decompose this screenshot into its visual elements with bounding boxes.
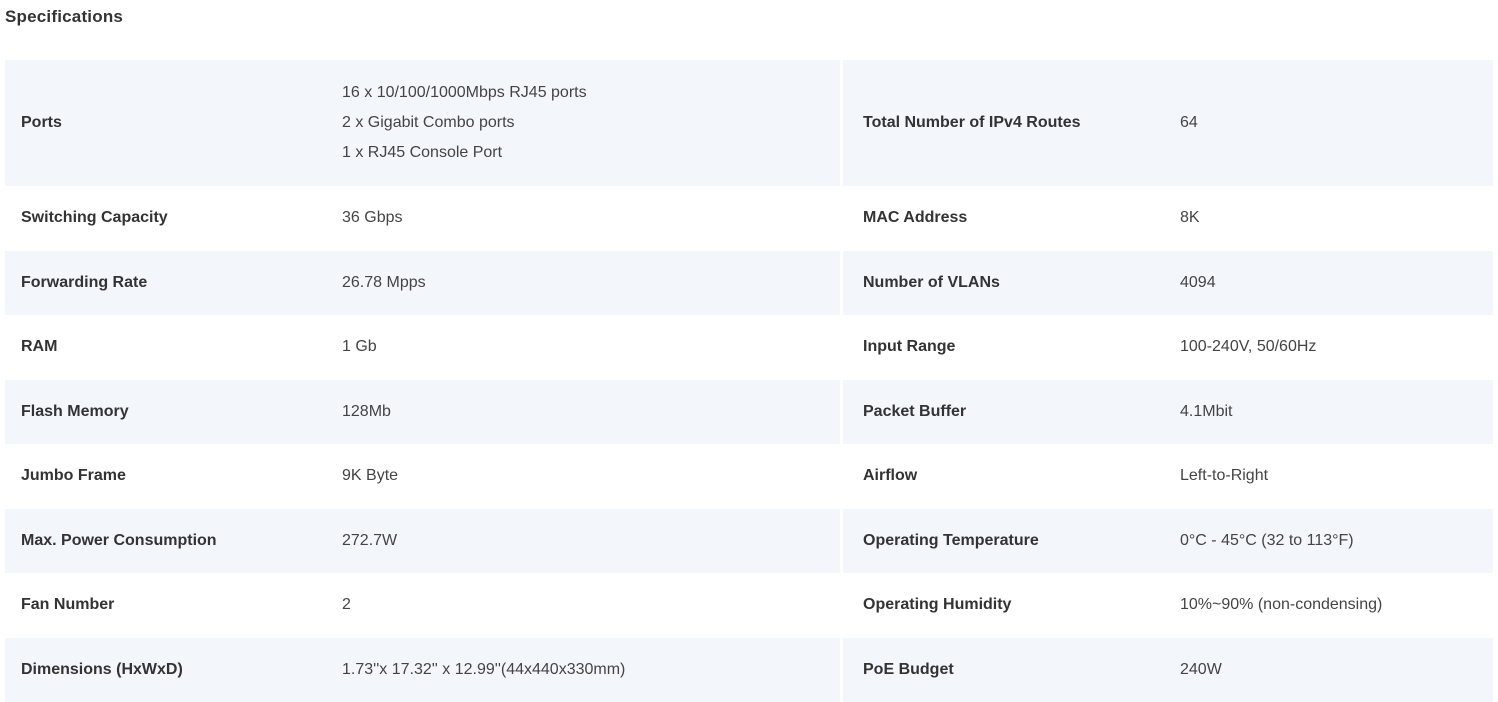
spec-cell-left: RAM 1 Gb — [5, 315, 840, 380]
spec-cell-left: Dimensions (HxWxD) 1.73''x 17.32'' x 12.… — [5, 638, 840, 702]
spec-label: Dimensions (HxWxD) — [5, 661, 342, 679]
spec-value: 2 — [342, 590, 351, 620]
spec-value: 8K — [1180, 203, 1200, 233]
spec-cell-left: Forwarding Rate 26.78 Mpps — [5, 251, 840, 316]
spec-label: Ports — [5, 114, 342, 132]
spec-cell-left: Flash Memory 128Mb — [5, 380, 840, 445]
spec-cell-right: Total Number of IPv4 Routes 64 — [843, 60, 1493, 186]
spec-label: Airflow — [843, 467, 1180, 485]
spec-value: 16 x 10/100/1000Mbps RJ45 ports 2 x Giga… — [342, 78, 587, 168]
table-row: Forwarding Rate 26.78 Mpps Number of VLA… — [5, 251, 1493, 316]
page-title: Specifications — [5, 7, 123, 27]
table-row: Ports 16 x 10/100/1000Mbps RJ45 ports 2 … — [5, 60, 1493, 186]
spec-label: Forwarding Rate — [5, 274, 342, 292]
spec-cell-right: Input Range 100-240V, 50/60Hz — [843, 315, 1493, 380]
spec-cell-right: Number of VLANs 4094 — [843, 251, 1493, 316]
spec-label: Flash Memory — [5, 403, 342, 421]
spec-label: Max. Power Consumption — [5, 532, 342, 550]
spec-cell-right: Airflow Left-to-Right — [843, 444, 1493, 509]
specifications-table: Ports 16 x 10/100/1000Mbps RJ45 ports 2 … — [5, 60, 1493, 702]
spec-label: Input Range — [843, 338, 1180, 356]
spec-value: 4.1Mbit — [1180, 397, 1232, 427]
spec-value: 4094 — [1180, 268, 1216, 298]
spec-cell-right: Packet Buffer 4.1Mbit — [843, 380, 1493, 445]
spec-label: Number of VLANs — [843, 274, 1180, 292]
spec-value-line: 2 x Gigabit Combo ports — [342, 108, 587, 138]
table-row: Max. Power Consumption 272.7W Operating … — [5, 509, 1493, 574]
spec-label: Packet Buffer — [843, 403, 1180, 421]
spec-label: RAM — [5, 338, 342, 356]
table-row: Jumbo Frame 9K Byte Airflow Left-to-Righ… — [5, 444, 1493, 509]
table-row: Switching Capacity 36 Gbps MAC Address 8… — [5, 186, 1493, 251]
spec-label: MAC Address — [843, 209, 1180, 227]
spec-cell-right: Operating Temperature 0°C - 45°C (32 to … — [843, 509, 1493, 574]
spec-cell-right: Operating Humidity 10%~90% (non-condensi… — [843, 573, 1493, 638]
table-row: Flash Memory 128Mb Packet Buffer 4.1Mbit — [5, 380, 1493, 445]
spec-label: Fan Number — [5, 596, 342, 614]
spec-value: 26.78 Mpps — [342, 268, 426, 298]
spec-value: Left-to-Right — [1180, 461, 1268, 491]
spec-value: 1.73''x 17.32'' x 12.99''(44x440x330mm) — [342, 655, 625, 685]
spec-value-line: 1 x RJ45 Console Port — [342, 138, 587, 168]
spec-value: 64 — [1180, 108, 1198, 138]
spec-value: 9K Byte — [342, 461, 398, 491]
spec-value: 1 Gb — [342, 332, 377, 362]
spec-label: Operating Humidity — [843, 596, 1180, 614]
spec-label: Jumbo Frame — [5, 467, 342, 485]
table-row: RAM 1 Gb Input Range 100-240V, 50/60Hz — [5, 315, 1493, 380]
spec-cell-left: Jumbo Frame 9K Byte — [5, 444, 840, 509]
spec-label: PoE Budget — [843, 661, 1180, 679]
spec-cell-right: MAC Address 8K — [843, 186, 1493, 251]
spec-value: 100-240V, 50/60Hz — [1180, 332, 1316, 362]
table-row: Dimensions (HxWxD) 1.73''x 17.32'' x 12.… — [5, 638, 1493, 702]
spec-label: Switching Capacity — [5, 209, 342, 227]
spec-label: Total Number of IPv4 Routes — [843, 114, 1180, 132]
spec-cell-left: Fan Number 2 — [5, 573, 840, 638]
spec-value: 10%~90% (non-condensing) — [1180, 590, 1382, 620]
spec-cell-left: Max. Power Consumption 272.7W — [5, 509, 840, 574]
spec-cell-left: Ports 16 x 10/100/1000Mbps RJ45 ports 2 … — [5, 60, 840, 186]
spec-value: 0°C - 45°C (32 to 113°F) — [1180, 526, 1354, 556]
spec-cell-left: Switching Capacity 36 Gbps — [5, 186, 840, 251]
spec-value-line: 16 x 10/100/1000Mbps RJ45 ports — [342, 78, 587, 108]
spec-cell-right: PoE Budget 240W — [843, 638, 1493, 702]
spec-value: 272.7W — [342, 526, 397, 556]
spec-value: 36 Gbps — [342, 203, 402, 233]
spec-value: 128Mb — [342, 397, 391, 427]
table-row: Fan Number 2 Operating Humidity 10%~90% … — [5, 573, 1493, 638]
spec-value: 240W — [1180, 655, 1222, 685]
spec-label: Operating Temperature — [843, 532, 1180, 550]
